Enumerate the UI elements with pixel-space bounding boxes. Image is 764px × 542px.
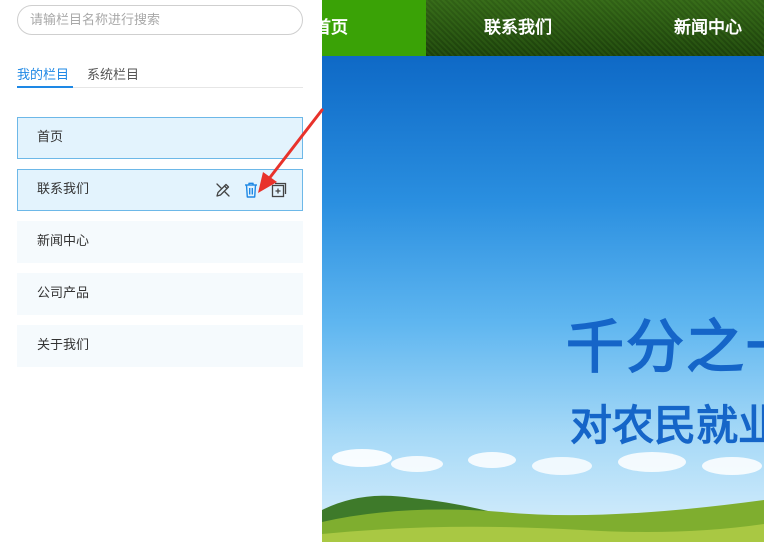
column-tabs: 我的栏目 系统栏目: [17, 60, 303, 88]
site-nav-home[interactable]: 首页: [322, 0, 426, 56]
site-nav-contact[interactable]: 联系我们: [484, 0, 552, 56]
editor-window: 我的栏目 系统栏目 首页 联系我们: [0, 0, 764, 542]
trash-icon[interactable]: [240, 179, 262, 201]
column-item-home[interactable]: 首页: [17, 117, 303, 159]
column-item-about[interactable]: 关于我们: [17, 325, 303, 367]
column-item-label: 关于我们: [37, 338, 90, 353]
site-banner: 千分之一 对农民就业: [322, 56, 764, 542]
column-panel: 我的栏目 系统栏目 首页 联系我们: [0, 0, 322, 542]
edit-icon[interactable]: [212, 179, 234, 201]
column-item-actions: [212, 170, 290, 210]
column-item-label: 公司产品: [37, 286, 90, 301]
tab-my-columns[interactable]: 我的栏目: [17, 64, 73, 88]
column-item-label: 首页: [37, 130, 64, 145]
banner-headline: 千分之一: [566, 313, 764, 381]
tab-system-columns[interactable]: 系统栏目: [87, 64, 139, 88]
column-item-products[interactable]: 公司产品: [17, 273, 303, 315]
column-item-label: 联系我们: [37, 182, 90, 197]
search-input[interactable]: [17, 5, 303, 35]
site-preview: 首页 联系我们 新闻中心 千分之一 对农民就业: [322, 0, 764, 542]
column-item-label: 新闻中心: [37, 234, 90, 249]
site-nav-news[interactable]: 新闻中心: [674, 0, 742, 56]
site-nav: 首页 联系我们 新闻中心: [322, 0, 764, 56]
column-item-contact[interactable]: 联系我们: [17, 169, 303, 211]
banner-landscape-image: [322, 449, 764, 542]
column-item-news[interactable]: 新闻中心: [17, 221, 303, 263]
add-subcolumn-icon[interactable]: [268, 179, 290, 201]
